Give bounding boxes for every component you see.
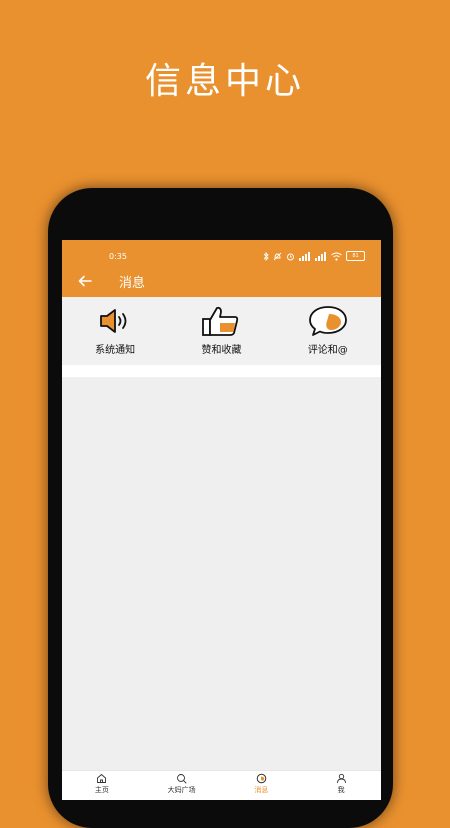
search-icon (177, 774, 187, 784)
mute-icon (273, 252, 282, 260)
category-system-notice[interactable]: 系统通知 (62, 297, 168, 365)
back-button[interactable] (74, 270, 96, 292)
tab-me[interactable]: 我 (301, 771, 381, 800)
signal-icon (315, 251, 326, 261)
thumbs-up-icon (202, 306, 239, 336)
bluetooth-icon (263, 251, 269, 261)
arrow-left-icon (78, 275, 92, 287)
category-likes-favorites[interactable]: 赞和收藏 (168, 297, 274, 365)
speaker-icon (100, 309, 127, 333)
bottom-tab-bar: 主页 大妈广场 消息 我 (62, 770, 381, 800)
user-icon (336, 773, 346, 784)
section-divider (62, 365, 381, 377)
tab-messages[interactable]: 消息 (222, 771, 302, 800)
tab-label: 大妈广场 (167, 786, 196, 794)
message-categories: 系统通知 赞和收藏 评论和@ (62, 297, 381, 365)
signal-icon (299, 251, 310, 261)
status-icons: 81 (263, 250, 365, 262)
status-time: 0:35 (109, 252, 127, 261)
message-icon (256, 773, 267, 784)
tab-label: 我 (337, 786, 345, 794)
message-list (62, 377, 381, 770)
battery-icon: 81 (346, 251, 365, 261)
app-screen: 0:35 81 消息 系统通知 赞和收藏 评论和@ 主页 大妈广场 消息 我 (62, 240, 381, 800)
category-label: 评论和@ (307, 345, 348, 356)
promo-title: 信息中心 (144, 61, 305, 102)
wifi-icon (331, 252, 342, 261)
alarm-icon (287, 253, 294, 260)
tab-label: 主页 (94, 786, 109, 794)
tab-square[interactable]: 大妈广场 (142, 771, 222, 800)
page-title: 消息 (119, 276, 146, 291)
category-label: 系统通知 (95, 345, 136, 356)
tab-label: 消息 (254, 786, 269, 794)
tab-home[interactable]: 主页 (62, 771, 142, 800)
category-label: 赞和收藏 (201, 345, 242, 356)
category-comments-mentions[interactable]: 评论和@ (275, 297, 381, 365)
home-icon (97, 774, 107, 783)
chat-bubble-icon (308, 306, 347, 336)
app-header: 0:35 81 消息 (62, 240, 381, 297)
